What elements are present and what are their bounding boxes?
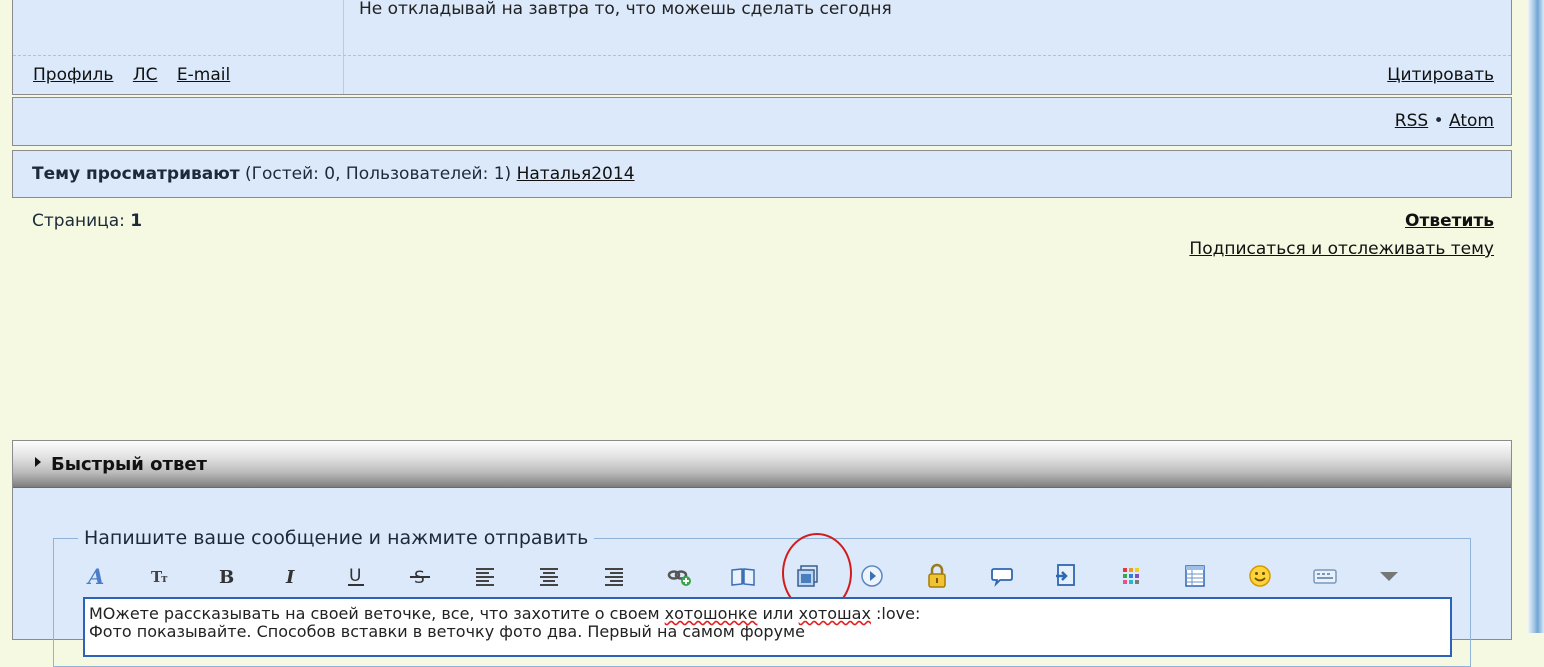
code-icon[interactable] <box>1034 561 1099 591</box>
compose-legend: Напишите ваше сообщение и нажмите отправ… <box>84 527 589 549</box>
feeds-bar: RSS • Atom <box>12 97 1512 146</box>
quick-reply-title: Быстрый ответ <box>51 454 207 475</box>
rss-link[interactable]: RSS <box>1395 111 1428 131</box>
italic-icon[interactable]: I <box>259 561 324 591</box>
svg-text:т: т <box>161 572 168 585</box>
underline-icon[interactable]: U <box>323 561 388 591</box>
email-link[interactable]: E-mail <box>177 65 230 85</box>
viewers-label: Тему просматривают <box>32 164 240 184</box>
private-message-link[interactable]: ЛС <box>133 65 158 85</box>
collapse-arrow-icon[interactable] <box>35 457 41 467</box>
message-line-2: Фото показывайте. Способов вставки в вет… <box>89 622 805 641</box>
atom-link[interactable]: Atom <box>1449 111 1494 131</box>
align-center-icon[interactable] <box>517 561 582 591</box>
svg-text:I: I <box>285 567 295 587</box>
insert-book-icon[interactable] <box>711 561 776 591</box>
more-dropdown-icon[interactable] <box>1357 561 1422 591</box>
insert-link-icon[interactable] <box>646 561 711 591</box>
message-line-1: МОжете рассказывать на своей веточке, вс… <box>89 604 921 623</box>
bold-icon[interactable]: B <box>194 561 259 591</box>
strikethrough-icon[interactable]: S <box>388 561 453 591</box>
message-textarea[interactable]: МОжете рассказывать на своей веточке, вс… <box>83 597 1452 657</box>
insert-video-icon[interactable] <box>840 561 905 591</box>
signature-divider <box>13 55 1511 56</box>
align-left-icon[interactable] <box>453 561 518 591</box>
pagination: Страница: 1 <box>32 211 142 231</box>
smiley-icon[interactable] <box>1228 561 1293 591</box>
current-page: 1 <box>130 211 143 231</box>
misspelled-word: хотошонке <box>664 604 758 623</box>
font-size-icon[interactable]: Tт <box>130 561 195 591</box>
post-footer: Не откладывай на завтра то, что можешь с… <box>12 0 1512 95</box>
svg-text:U: U <box>349 566 361 586</box>
hide-lock-icon[interactable] <box>905 561 970 591</box>
quote-link[interactable]: Цитировать <box>1387 65 1494 85</box>
font-color-icon[interactable]: A <box>65 561 130 591</box>
post-signature: Не откладывай на завтра то, что можешь с… <box>359 0 892 19</box>
insert-image-icon[interactable] <box>776 561 841 591</box>
table-icon[interactable] <box>1163 561 1228 591</box>
quick-reply-header[interactable]: Быстрый ответ <box>13 441 1511 488</box>
quote-bubble-icon[interactable] <box>969 561 1034 591</box>
keyboard-icon[interactable] <box>1292 561 1357 591</box>
misspelled-word: хотошах <box>798 604 871 623</box>
profile-link[interactable]: Профиль <box>33 65 113 85</box>
svg-text:B: B <box>219 567 234 587</box>
window-edge <box>1528 0 1544 633</box>
profile-links: Профиль ЛС E-mail <box>33 65 244 85</box>
viewer-user-link[interactable]: Наталья2014 <box>517 164 635 184</box>
subscribe-link[interactable]: Подписаться и отслеживать тему <box>1189 239 1494 259</box>
viewers-counts: (Гостей: 0, Пользователей: 1) <box>245 164 512 184</box>
align-right-icon[interactable] <box>582 561 647 591</box>
color-grid-icon[interactable] <box>1099 561 1164 591</box>
feed-separator: • <box>1433 111 1444 131</box>
svg-text:A: A <box>86 565 104 587</box>
reply-link[interactable]: Ответить <box>1405 211 1494 231</box>
page-label: Страница: <box>32 211 125 231</box>
editor-toolbar: A Tт B I U S <box>65 561 1421 591</box>
topic-viewers-bar: Тему просматривают (Гостей: 0, Пользоват… <box>12 150 1512 198</box>
